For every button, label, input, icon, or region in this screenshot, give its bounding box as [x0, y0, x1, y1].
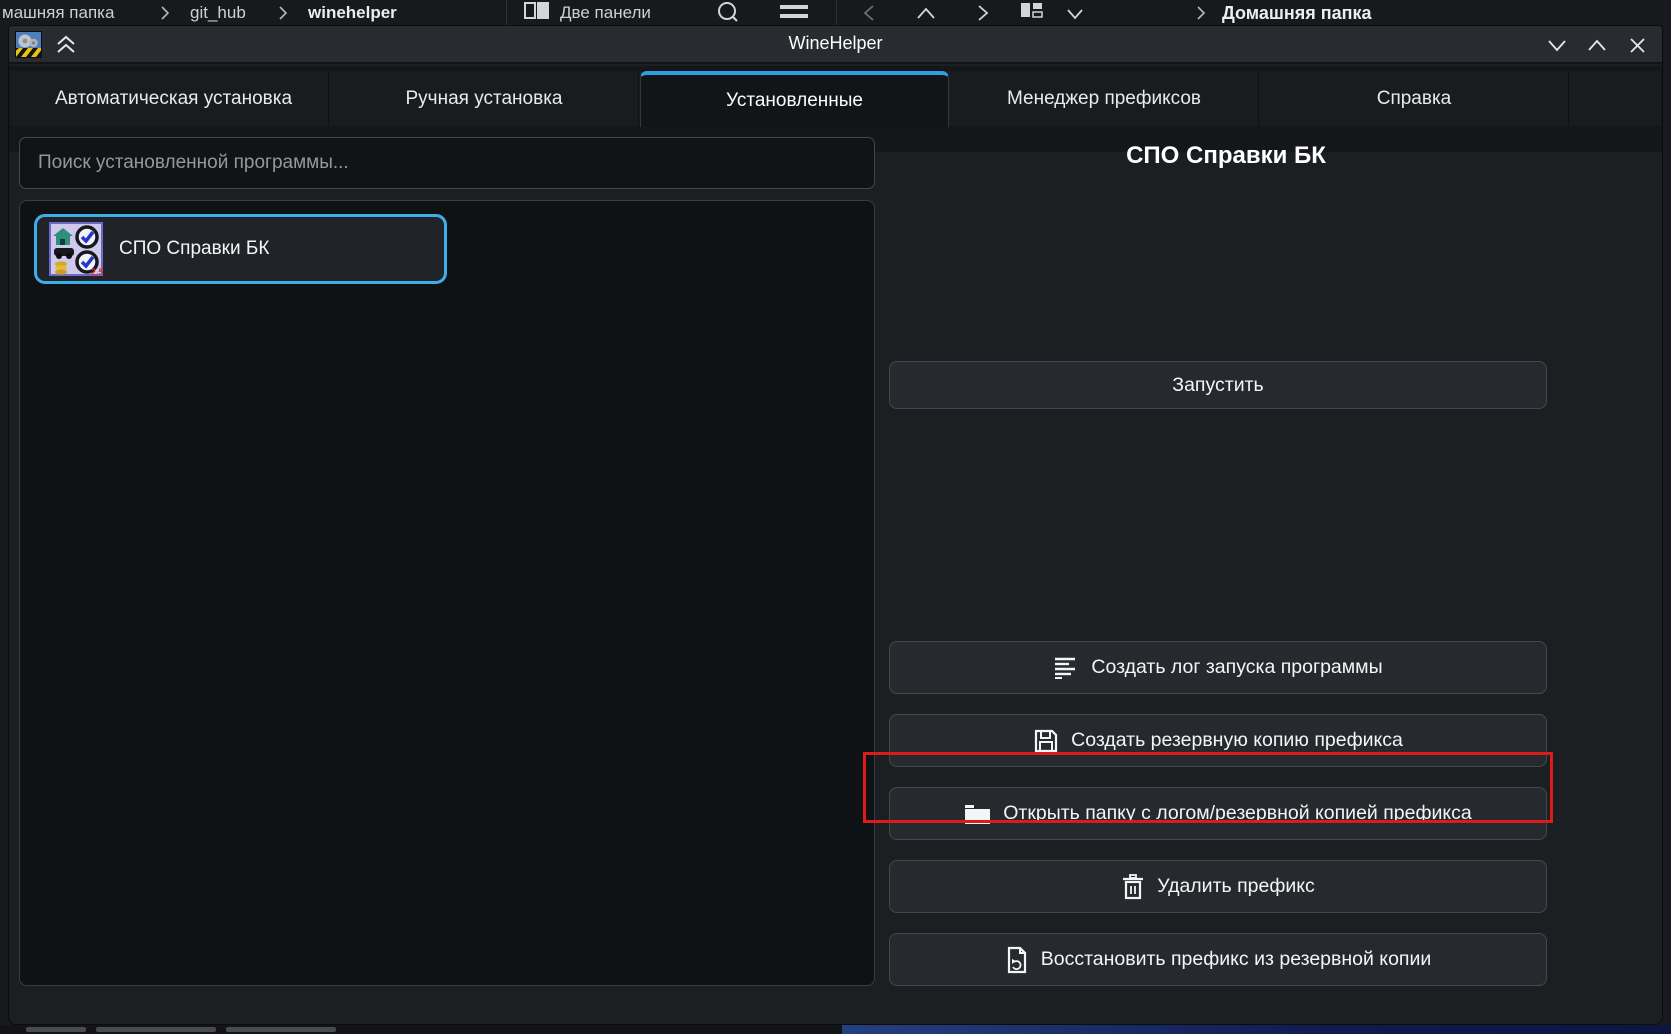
- delete-prefix-label: Удалить префикс: [1157, 875, 1315, 898]
- screen: машняя папка git_hub winehelper Две пане…: [0, 0, 1671, 1034]
- run-button[interactable]: Запустить: [889, 361, 1547, 409]
- split-view-icon[interactable]: [1020, 2, 1044, 24]
- create-backup-label: Создать резервную копию префикса: [1071, 729, 1403, 752]
- tab-bar: Автоматическая установка Ручная установк…: [10, 71, 1661, 126]
- list-item-spo-spravki-bk[interactable]: 2.5 СПО Справки БК: [34, 214, 447, 284]
- folder-icon: [964, 802, 991, 826]
- restore-prefix-button[interactable]: Восстановить префикс из резервной копии: [889, 933, 1547, 986]
- list-item-label: СПО Справки БК: [119, 238, 269, 260]
- background-file-manager-toolbar: машняя папка git_hub winehelper Две пане…: [0, 0, 1671, 26]
- window-title: WineHelper: [9, 33, 1662, 54]
- save-floppy-icon: [1033, 728, 1059, 754]
- trash-icon: [1121, 874, 1145, 900]
- chevron-down-icon[interactable]: [1066, 8, 1084, 20]
- svg-text:2.5: 2.5: [91, 267, 103, 276]
- spo-spravki-bk-app-icon: 2.5: [49, 222, 103, 276]
- create-backup-button[interactable]: Создать резервную копию префикса: [889, 714, 1547, 767]
- toolbar-separator: [506, 0, 507, 26]
- dual-pane-icon[interactable]: [524, 2, 550, 24]
- toolbar-separator: [836, 0, 837, 26]
- delete-prefix-button[interactable]: Удалить префикс: [889, 860, 1547, 913]
- search-icon[interactable]: [716, 1, 740, 25]
- create-log-label: Создать лог запуска программы: [1091, 656, 1382, 679]
- breadcrumb-segment-current[interactable]: winehelper: [308, 3, 397, 23]
- restore-document-icon: [1005, 946, 1029, 974]
- search-input[interactable]: [19, 137, 875, 189]
- run-button-label: Запустить: [1172, 374, 1263, 397]
- breadcrumb-segment-home[interactable]: Домашняя папка: [1222, 3, 1372, 24]
- titlebar: WineHelper: [9, 26, 1662, 64]
- breadcrumb-segment-repo[interactable]: git_hub: [190, 3, 246, 23]
- close-button[interactable]: [1622, 30, 1652, 60]
- breadcrumb-segment-cut[interactable]: машняя папка: [2, 3, 114, 23]
- breadcrumb-chevron-icon: [160, 6, 170, 20]
- back-icon[interactable]: [862, 4, 876, 22]
- tab-manual-install[interactable]: Ручная установка: [330, 71, 639, 126]
- close-icon: [1629, 37, 1646, 54]
- minimize-icon: [1547, 39, 1567, 52]
- open-folder-button[interactable]: Открыть папку с логом/резервной копией п…: [889, 787, 1547, 840]
- status-text-remnant: [226, 1027, 336, 1032]
- installed-programs-list: 2.5 СПО Справки БК: [19, 200, 875, 986]
- status-text-remnant: [26, 1027, 86, 1032]
- tab-prefix-manager[interactable]: Менеджер префиксов: [950, 71, 1259, 126]
- open-folder-label: Открыть папку с логом/резервной копией п…: [1003, 802, 1472, 825]
- hamburger-icon[interactable]: [778, 3, 810, 23]
- restore-prefix-label: Восстановить префикс из резервной копии: [1041, 948, 1432, 971]
- minimize-button[interactable]: [1542, 30, 1572, 60]
- tab-installed[interactable]: Установленные: [640, 71, 949, 127]
- log-lines-icon: [1053, 655, 1079, 681]
- selected-program-title: СПО Справки БК: [897, 142, 1555, 170]
- tab-help[interactable]: Справка: [1260, 71, 1569, 126]
- status-text-remnant: [96, 1027, 216, 1032]
- maximize-button[interactable]: [1582, 30, 1612, 60]
- forward-icon[interactable]: [976, 4, 990, 22]
- background-selection-bar: [842, 1025, 1671, 1034]
- up-icon[interactable]: [916, 6, 936, 20]
- maximize-icon: [1587, 39, 1607, 52]
- tab-auto-install[interactable]: Автоматическая установка: [19, 71, 329, 126]
- create-log-button[interactable]: Создать лог запуска программы: [889, 641, 1547, 694]
- winehelper-window: WineHelper Автоматическая установка Ручн…: [8, 25, 1663, 1025]
- breadcrumb-chevron-icon: [278, 6, 288, 20]
- two-panels-label[interactable]: Две панели: [560, 3, 651, 23]
- breadcrumb-chevron-icon: [1196, 6, 1206, 20]
